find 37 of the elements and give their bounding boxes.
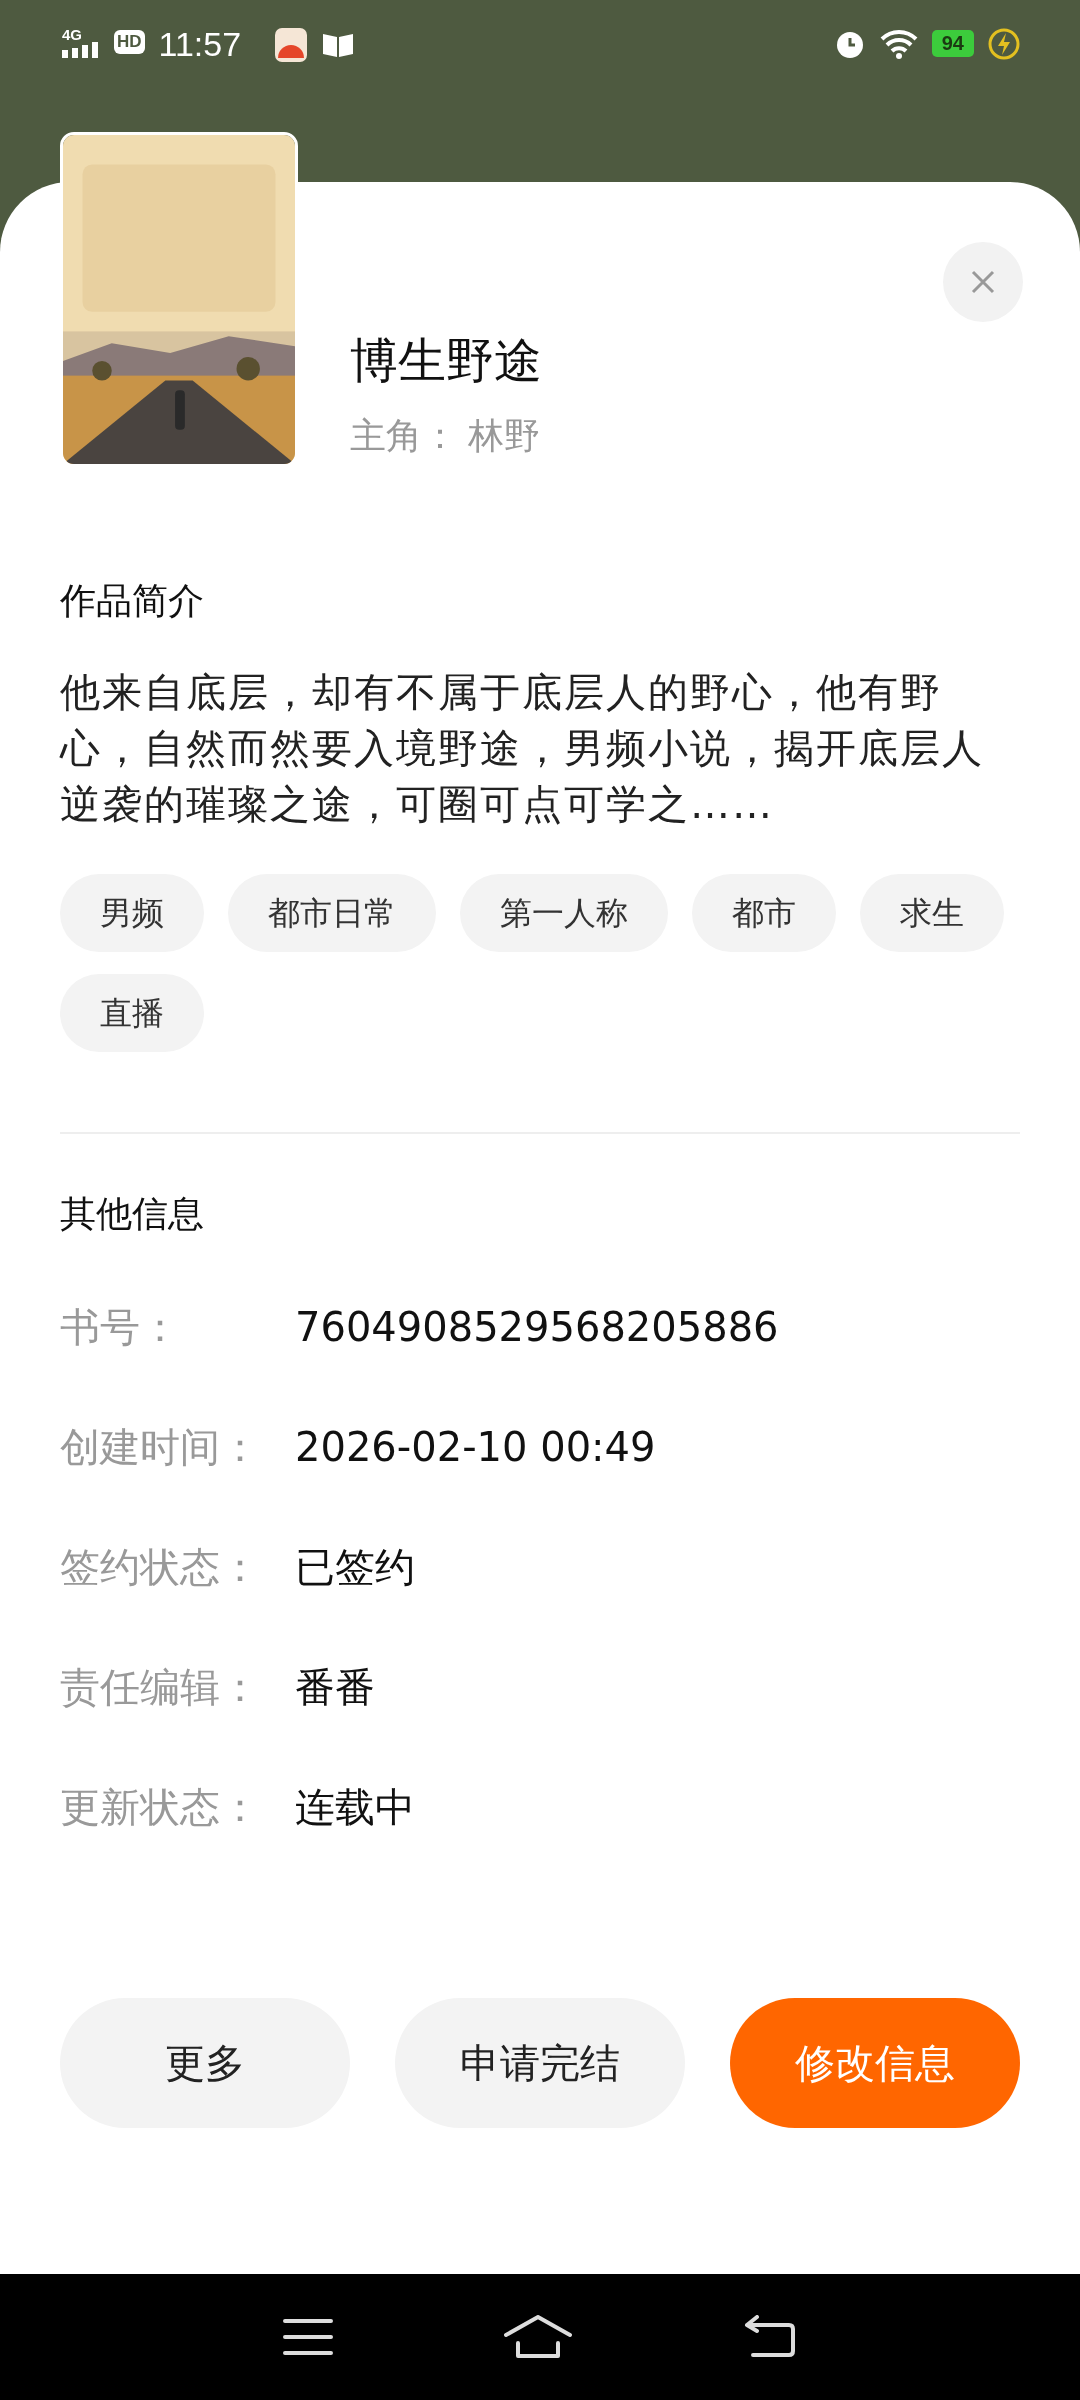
- info-value: 2026-02-10 00:49: [295, 1424, 656, 1470]
- charging-icon: [988, 28, 1020, 60]
- book-description: 他来自底层，却有不属于底层人的野心，他有野心，自然而然要入境野途，男频小说，揭开底层人逆袭的璀璨之途，可圈可点可学之……: [60, 668, 985, 829]
- network-label: 4G: [62, 28, 83, 42]
- wifi-icon: [879, 29, 918, 59]
- protagonist-label: 主角：: [350, 414, 458, 458]
- action-button[interactable]: 申请完结: [395, 1998, 685, 2128]
- info-value: 连载中: [295, 1782, 415, 1832]
- app-icon: [275, 28, 308, 62]
- info-value: 已签约: [295, 1542, 415, 1592]
- section-heading: 其他信息: [60, 1192, 205, 1236]
- protagonist-name: 林野: [468, 414, 540, 458]
- genre-tag[interactable]: 都市日常: [228, 874, 436, 952]
- info-value: 番番: [295, 1662, 375, 1712]
- close-icon: [970, 269, 996, 295]
- back-icon[interactable]: [743, 2315, 797, 2359]
- info-label: 责任编辑：: [60, 1662, 261, 1712]
- genre-tag[interactable]: 第一人称: [460, 874, 668, 952]
- action-button[interactable]: 更多: [60, 1998, 350, 2128]
- genre-tag[interactable]: 直播: [60, 974, 204, 1052]
- menu-icon[interactable]: [283, 2317, 333, 2357]
- genre-tag[interactable]: 都市: [692, 874, 836, 952]
- hd-badge: HD: [114, 30, 145, 54]
- genre-tag[interactable]: 男频: [60, 874, 204, 952]
- info-label: 更新状态：: [60, 1782, 261, 1832]
- book-title: 博生野途: [350, 331, 543, 390]
- info-value: 7604908529568205886: [295, 1304, 779, 1350]
- info-label: 创建时间：: [60, 1422, 261, 1472]
- signal-icon: [62, 42, 100, 58]
- status-time: 11:57: [158, 24, 242, 65]
- info-label: 签约状态：: [60, 1542, 261, 1592]
- book-icon: [321, 31, 356, 59]
- section-heading: 作品简介: [60, 579, 205, 623]
- genre-tag[interactable]: 求生: [860, 874, 1004, 952]
- info-label: 书号：: [60, 1302, 181, 1352]
- battery-level: 94: [931, 30, 974, 57]
- home-icon[interactable]: [503, 2315, 573, 2359]
